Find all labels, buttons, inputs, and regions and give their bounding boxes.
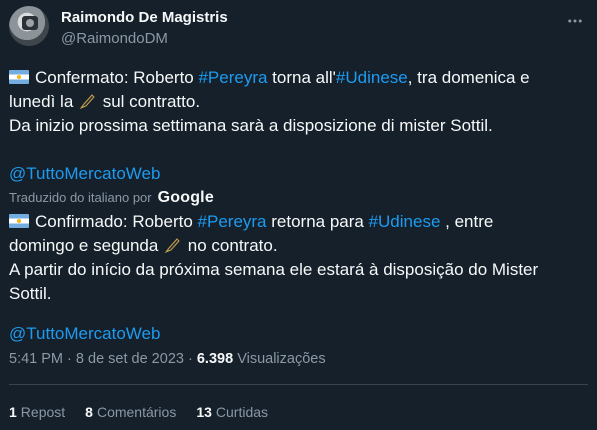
- comments-label: Comentários: [96, 404, 177, 420]
- hashtag-udinese-translated[interactable]: #Udinese: [369, 212, 441, 231]
- views-count: 6.398: [196, 351, 234, 367]
- translated-line-4: Sottil.: [9, 284, 52, 303]
- translated-text-segment: Confirmado: Roberto: [35, 212, 198, 231]
- hashtag-udinese[interactable]: #Udinese: [336, 68, 408, 87]
- translated-text-segment: domingo e segunda: [9, 236, 164, 255]
- translated-line-3: A partir do início da próxima semana ele…: [9, 260, 539, 279]
- hashtag-pereyra[interactable]: #Pereyra: [198, 68, 267, 87]
- reposts-label: Repost: [20, 404, 66, 420]
- mention-tuttomercatoweb-translated[interactable]: @TuttoMercatoWeb: [9, 322, 538, 346]
- translated-text: Confirmado: Roberto #Pereyra retorna par…: [9, 210, 538, 346]
- meta-separator: ·: [67, 351, 72, 367]
- original-text-segment: lunedì la: [9, 92, 78, 111]
- original-text-segment: , tra domenica e: [407, 68, 530, 87]
- comments-count: 8: [85, 404, 93, 420]
- tweet: Raimondo De Magistris @RaimondoDM Confer…: [0, 0, 597, 430]
- translated-line-2: domingo e segunda no contrato.: [9, 234, 538, 258]
- translated-text-segment: retorna para: [266, 212, 369, 231]
- hashtag-pereyra-translated[interactable]: #Pereyra: [198, 212, 267, 231]
- original-text-segment: sul contratto.: [98, 92, 201, 111]
- tweet-date[interactable]: 8 de set de 2023: [76, 351, 184, 367]
- translated-text-segment: no contrato.: [183, 236, 278, 255]
- mention-tuttomercatoweb[interactable]: @TuttoMercatoWeb: [9, 162, 530, 186]
- original-line-1: Confermato: Roberto #Pereyra torna all'#…: [9, 66, 530, 90]
- reposts-stat[interactable]: 1 Repost: [9, 402, 65, 422]
- original-line-3: Da inizio prossima settimana sarà a disp…: [9, 116, 493, 135]
- author-display-name[interactable]: Raimondo De Magistris: [61, 8, 228, 28]
- argentina-flag-icon: [9, 70, 29, 84]
- fountain-pen-icon: [79, 94, 95, 110]
- engagement-stats: 1 Repost 8 Comentários 13 Curtidas: [9, 402, 268, 422]
- fountain-pen-icon: [164, 238, 180, 254]
- translation-label: Traduzido do italiano por Google: [9, 188, 214, 208]
- likes-label: Curtidas: [215, 404, 269, 420]
- reposts-count: 1: [9, 404, 17, 420]
- argentina-flag-icon: [9, 214, 29, 228]
- author-handle[interactable]: @RaimondoDM: [61, 29, 168, 49]
- camera-lens: [26, 19, 34, 27]
- translated-line-1: Confirmado: Roberto #Pereyra retorna par…: [9, 210, 538, 234]
- translation-label-text: Traduzido do italiano por: [9, 190, 152, 205]
- divider: [9, 384, 588, 385]
- original-line-2: lunedì la sul contratto.: [9, 90, 530, 114]
- more-horizontal-icon[interactable]: [562, 8, 588, 34]
- tweet-meta: 5:41 PM · 8 de set de 2023 · 6.398 Visua…: [9, 349, 326, 369]
- tweet-time[interactable]: 5:41 PM: [9, 351, 63, 367]
- google-logo: Google: [157, 189, 214, 206]
- original-text-segment: torna all': [267, 68, 336, 87]
- likes-count: 13: [196, 404, 212, 420]
- original-text-segment: Confermato: Roberto: [35, 68, 199, 87]
- original-text: Confermato: Roberto #Pereyra torna all'#…: [9, 66, 530, 186]
- translated-text-segment: , entre: [440, 212, 494, 231]
- meta-separator: ·: [187, 351, 193, 367]
- comments-stat[interactable]: 8 Comentários: [85, 402, 176, 422]
- more-icon-graphic: [568, 19, 582, 23]
- views-label: Visualizações: [237, 351, 326, 367]
- avatar[interactable]: [9, 6, 49, 46]
- likes-stat[interactable]: 13 Curtidas: [196, 402, 268, 422]
